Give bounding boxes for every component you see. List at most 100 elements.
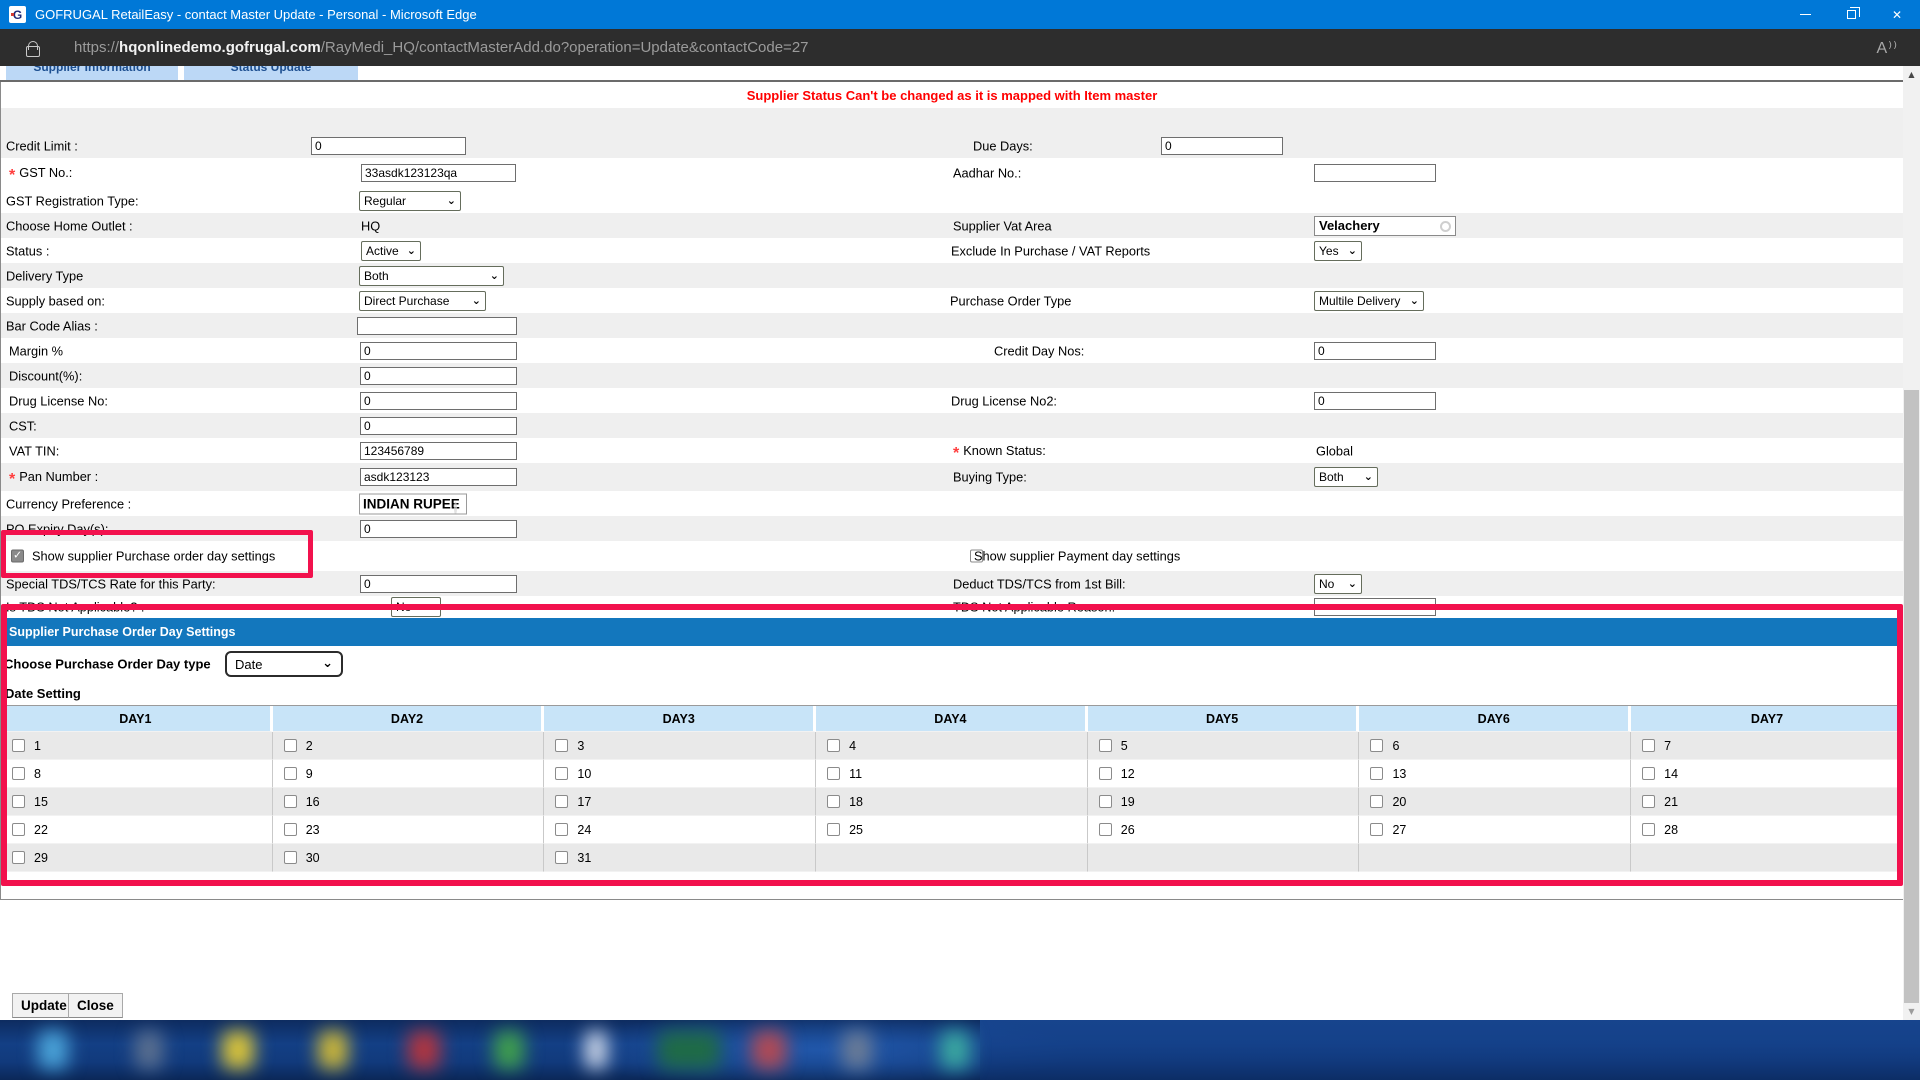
day-checkbox[interactable] xyxy=(1099,823,1112,836)
day-checkbox[interactable] xyxy=(555,851,568,864)
day-checkbox[interactable] xyxy=(827,823,840,836)
gst-reg-type-select[interactable]: Regular xyxy=(359,191,461,211)
margin-label: Margin % xyxy=(9,343,63,358)
taskbar-icon[interactable] xyxy=(940,1031,970,1069)
cst-input[interactable]: 0 xyxy=(360,417,517,435)
discount-input[interactable]: 0 xyxy=(360,367,517,385)
tds-reason-input[interactable] xyxy=(1314,598,1436,616)
taskbar-icon[interactable] xyxy=(585,1031,607,1069)
restore-icon xyxy=(1847,10,1856,19)
exclude-purchase-select[interactable]: Yes xyxy=(1314,241,1362,261)
taskbar-icon[interactable] xyxy=(658,1031,720,1069)
day-checkbox[interactable] xyxy=(12,851,25,864)
taskbar-icon[interactable] xyxy=(842,1031,872,1069)
day-checkbox[interactable] xyxy=(555,823,568,836)
day-checkbox[interactable] xyxy=(1370,795,1383,808)
vertical-scrollbar[interactable] xyxy=(1903,66,1920,1020)
day-checkbox[interactable] xyxy=(1642,823,1655,836)
scroll-up-arrow-icon[interactable] xyxy=(1903,66,1920,83)
supplier-vat-area-lookup[interactable]: Velachery xyxy=(1314,216,1456,236)
day-checkbox[interactable] xyxy=(827,795,840,808)
pan-number-input[interactable]: asdk123123 xyxy=(360,468,517,486)
drug-license-input[interactable]: 0 xyxy=(360,392,517,410)
minimize-button[interactable] xyxy=(1782,0,1828,29)
restore-button[interactable] xyxy=(1828,0,1874,29)
close-window-button[interactable] xyxy=(1874,0,1920,29)
day-checkbox[interactable] xyxy=(1642,767,1655,780)
bar-code-alias-input[interactable] xyxy=(357,317,517,335)
read-aloud-icon[interactable] xyxy=(1876,38,1898,58)
day-checkbox[interactable] xyxy=(1370,767,1383,780)
day-checkbox[interactable] xyxy=(1370,739,1383,752)
day-checkbox[interactable] xyxy=(827,739,840,752)
credit-limit-input[interactable]: 0 xyxy=(311,137,466,155)
vat-tin-input[interactable]: 123456789 xyxy=(360,442,517,460)
taskbar-icon[interactable] xyxy=(38,1031,68,1069)
url-bar[interactable]: https://hqonlinedemo.gofrugal.com/RayMed… xyxy=(0,29,1920,66)
purchase-order-type-select[interactable]: Multile Delivery xyxy=(1314,291,1424,311)
taskbar-icon[interactable] xyxy=(752,1031,786,1069)
windows-taskbar[interactable] xyxy=(0,1020,1920,1080)
day-checkbox[interactable] xyxy=(555,767,568,780)
taskbar-icon[interactable] xyxy=(222,1031,254,1069)
tab-status-update[interactable]: Status Update xyxy=(184,66,358,80)
day-checkbox[interactable] xyxy=(284,767,297,780)
deduct-tds-label: Deduct TDS/TCS from 1st Bill: xyxy=(953,576,1126,591)
day-cell: 18 xyxy=(816,788,1088,816)
day-cell xyxy=(1631,844,1903,872)
lookup-circle-icon[interactable] xyxy=(1440,221,1451,232)
credit-day-nos-input[interactable]: 0 xyxy=(1314,342,1436,360)
po-expiry-input[interactable]: 0 xyxy=(360,520,517,538)
tab-supplier-information[interactable]: Supplier Information xyxy=(6,66,178,80)
po-day-type-select[interactable]: Date xyxy=(225,651,343,677)
day-column-header: DAY6 xyxy=(1359,706,1631,732)
taskbar-icon[interactable] xyxy=(494,1031,524,1069)
day-checkbox[interactable] xyxy=(1099,767,1112,780)
taskbar-icon[interactable] xyxy=(135,1031,163,1069)
gst-no-input[interactable]: 33asdk123123qa xyxy=(361,164,516,182)
day-label: 16 xyxy=(306,795,320,809)
day-label: 17 xyxy=(577,795,591,809)
day-checkbox[interactable] xyxy=(12,823,25,836)
day-checkbox[interactable] xyxy=(1370,823,1383,836)
day-checkbox[interactable] xyxy=(555,795,568,808)
supply-based-on-select[interactable]: Direct Purchase xyxy=(359,291,486,311)
day-cell: 10 xyxy=(544,760,816,788)
buying-type-select[interactable]: Both xyxy=(1314,467,1378,487)
drug-license2-input[interactable]: 0 xyxy=(1314,392,1436,410)
aadhar-no-input[interactable] xyxy=(1314,164,1436,182)
due-days-input[interactable]: 0 xyxy=(1161,137,1283,155)
deduct-tds-select[interactable]: No xyxy=(1314,574,1362,594)
currency-preference-lookup[interactable]: INDIAN RUPEE xyxy=(359,493,467,514)
day-checkbox[interactable] xyxy=(555,739,568,752)
update-button[interactable]: Update xyxy=(12,993,76,1018)
day-checkbox[interactable] xyxy=(12,767,25,780)
page-url[interactable]: https://hqonlinedemo.gofrugal.com/RayMed… xyxy=(74,39,809,56)
is-tds-select[interactable]: No xyxy=(391,597,441,617)
special-tds-input[interactable]: 0 xyxy=(360,575,517,593)
taskbar-icon[interactable] xyxy=(408,1031,440,1069)
day-checkbox[interactable] xyxy=(12,739,25,752)
day-label: 18 xyxy=(849,795,863,809)
credit-limit-label: Credit Limit : xyxy=(6,138,78,153)
day-checkbox[interactable] xyxy=(1099,795,1112,808)
day-checkbox[interactable] xyxy=(1642,795,1655,808)
day-checkbox[interactable] xyxy=(284,739,297,752)
day-checkbox[interactable] xyxy=(284,795,297,808)
day-checkbox[interactable] xyxy=(827,767,840,780)
day-checkbox[interactable] xyxy=(12,795,25,808)
margin-input[interactable]: 0 xyxy=(360,342,517,360)
delivery-type-select[interactable]: Both xyxy=(359,266,504,286)
day-checkbox[interactable] xyxy=(1099,739,1112,752)
form-row-margin: Margin % 0 Credit Day Nos: 0 xyxy=(1,338,1903,363)
day-checkbox[interactable] xyxy=(1642,739,1655,752)
day-column-header: DAY2 xyxy=(273,706,545,732)
day-checkbox[interactable] xyxy=(284,851,297,864)
close-button[interactable]: Close xyxy=(68,993,123,1018)
scrollbar-thumb[interactable] xyxy=(1904,390,1919,1003)
taskbar-icon[interactable] xyxy=(318,1031,348,1069)
status-select[interactable]: Active xyxy=(361,241,421,261)
scroll-down-arrow-icon[interactable] xyxy=(1903,1003,1920,1020)
day-checkbox[interactable] xyxy=(284,823,297,836)
show-po-days-checkbox[interactable] xyxy=(11,550,24,563)
